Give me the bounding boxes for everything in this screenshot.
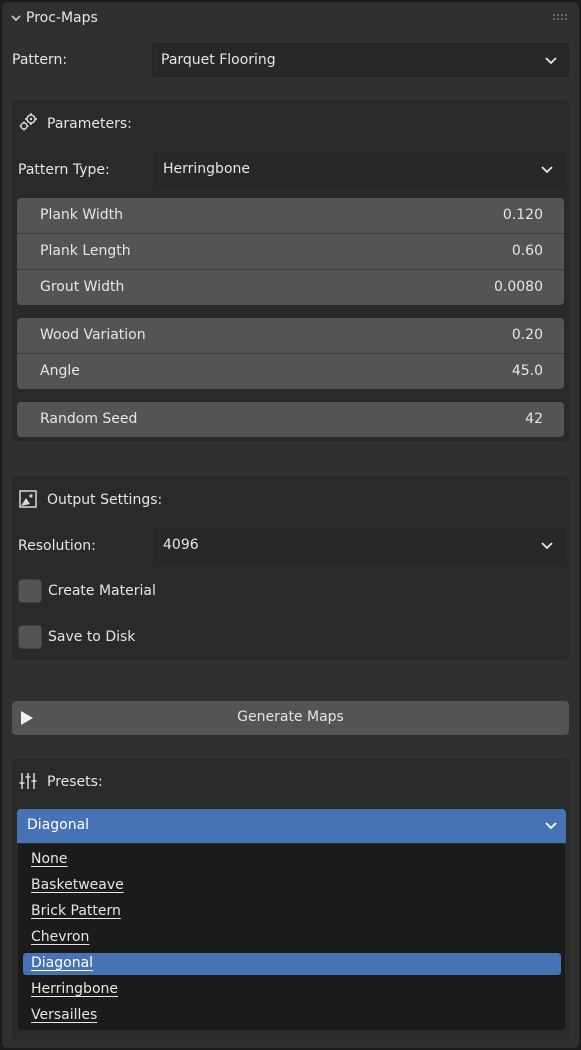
pattern-value: Parquet Flooring: [161, 52, 276, 68]
plank-field-group: Plank Width 0.120 Plank Length 0.60 Grou…: [17, 198, 564, 305]
grout-width-field[interactable]: Grout Width 0.0080: [17, 269, 564, 305]
proc-maps-panel: Proc-Maps Pattern: Parquet Flooring Para…: [2, 2, 579, 1048]
menu-item-versailles[interactable]: Versailles: [23, 1005, 561, 1027]
menu-item-basketweave[interactable]: Basketweave: [23, 875, 561, 897]
menu-item-chevron[interactable]: Chevron: [23, 927, 561, 949]
menu-item-label: Basketweave: [31, 877, 124, 893]
field-label: Plank Width: [40, 207, 124, 223]
plank-width-field[interactable]: Plank Width 0.120: [17, 198, 564, 233]
chevron-down-icon: [545, 57, 557, 65]
pattern-label: Pattern:: [12, 52, 68, 68]
panel-title: Proc-Maps: [26, 10, 98, 26]
field-value: 42: [525, 411, 543, 427]
generate-maps-label: Generate Maps: [237, 709, 344, 725]
field-value: 45.0: [511, 363, 543, 379]
create-material-label: Create Material: [48, 583, 156, 599]
field-value: 0.20: [511, 327, 543, 343]
sliders-icon: [19, 773, 37, 789]
field-value: 0.120: [502, 207, 543, 223]
menu-item-herringbone[interactable]: Herringbone: [23, 979, 561, 1001]
output-settings-heading: Output Settings:: [47, 492, 163, 508]
save-to-disk-label: Save to Disk: [48, 629, 136, 645]
field-label: Angle: [40, 363, 80, 379]
field-label: Random Seed: [40, 411, 138, 427]
field-label: Wood Variation: [40, 327, 146, 343]
panel-header[interactable]: Proc-Maps: [2, 2, 579, 36]
menu-item-diagonal[interactable]: Diagonal: [23, 953, 561, 975]
chevron-down-icon[interactable]: [10, 12, 22, 24]
wood-variation-field[interactable]: Wood Variation 0.20: [17, 318, 564, 353]
random-seed-field[interactable]: Random Seed 42: [17, 402, 564, 437]
menu-item-brick-pattern[interactable]: Brick Pattern: [23, 901, 561, 923]
menu-item-label: None: [31, 851, 68, 867]
pattern-dropdown[interactable]: Parquet Flooring: [152, 43, 569, 77]
wood-field-group: Wood Variation 0.20 Angle 45.0: [17, 318, 564, 389]
chevron-down-icon: [545, 822, 557, 830]
field-value: 0.60: [511, 243, 543, 259]
presets-menu: None Basketweave Brick Pattern Chevron D…: [17, 843, 566, 1031]
presets-heading: Presets:: [47, 774, 103, 790]
save-to-disk-checkbox[interactable]: [18, 625, 42, 649]
menu-item-label: Brick Pattern: [31, 903, 121, 919]
parameters-heading: Parameters:: [47, 116, 132, 132]
parameters-box: Parameters: Pattern Type: Herringbone Pl…: [12, 100, 569, 442]
field-value: 0.0080: [494, 279, 543, 295]
resolution-value: 4096: [163, 537, 199, 553]
resolution-label: Resolution:: [18, 538, 96, 554]
chevron-down-icon: [541, 542, 553, 550]
field-label: Plank Length: [40, 243, 131, 259]
drag-grip-icon[interactable]: [553, 14, 567, 20]
pattern-type-dropdown[interactable]: Herringbone: [154, 152, 565, 186]
menu-item-none[interactable]: None: [23, 849, 561, 871]
menu-item-label: Herringbone: [31, 981, 118, 997]
output-settings-box: Output Settings: Resolution: 4096 Create…: [12, 476, 569, 660]
resolution-dropdown[interactable]: 4096: [154, 528, 565, 562]
image-icon: [19, 490, 37, 508]
angle-field[interactable]: Angle 45.0: [17, 353, 564, 389]
generate-maps-button[interactable]: Generate Maps: [12, 701, 569, 735]
menu-item-label: Diagonal: [31, 955, 94, 971]
create-material-checkbox[interactable]: [18, 579, 42, 603]
seed-field-group: Random Seed 42: [17, 402, 564, 437]
pattern-type-value: Herringbone: [163, 161, 250, 177]
field-label: Grout Width: [40, 279, 125, 295]
menu-item-label: Versailles: [31, 1007, 98, 1023]
plank-length-field[interactable]: Plank Length 0.60: [17, 233, 564, 269]
presets-dropdown[interactable]: Diagonal: [17, 809, 566, 843]
presets-selected-value: Diagonal: [27, 817, 90, 833]
pattern-type-label: Pattern Type:: [18, 162, 110, 178]
chevron-down-icon: [541, 166, 553, 174]
menu-item-label: Chevron: [31, 929, 90, 945]
gears-icon: [19, 113, 37, 131]
